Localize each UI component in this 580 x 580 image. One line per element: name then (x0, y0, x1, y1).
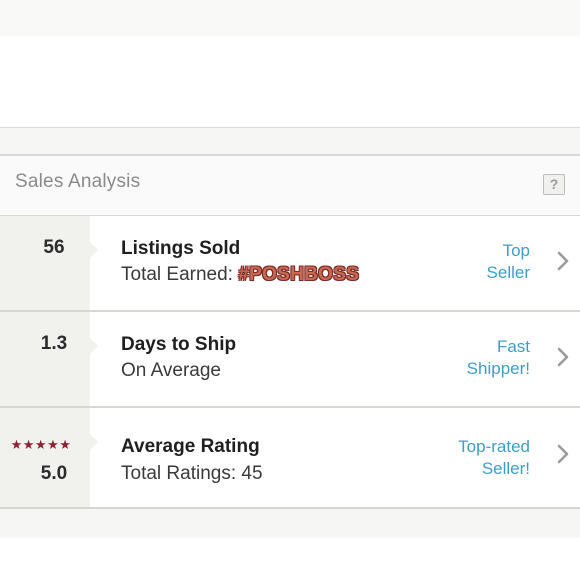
bottom-band (0, 538, 580, 580)
average-rating-value: 5.0 (40, 463, 68, 484)
total-ratings-line: Total Ratings: 45 (121, 463, 263, 484)
chevron-right-icon[interactable] (556, 250, 570, 272)
stat-row-days-to-ship[interactable]: 1.3 Days to Ship On Average Fast Shipper… (0, 312, 580, 408)
stat-row-listings-sold[interactable]: 56 Listings Sold Total Earned: #POSHBOSS… (0, 216, 580, 312)
top-rated-seller-badge[interactable]: Top-rated Seller! (410, 436, 530, 480)
total-earned-line: Total Earned: #POSHBOSS (121, 264, 359, 286)
days-to-ship-subtitle: On Average (121, 360, 222, 381)
average-rating-title: Average Rating (121, 436, 260, 457)
top-band (0, 0, 580, 36)
help-icon[interactable]: ? (543, 174, 565, 195)
badge-line-2: Shipper! (466, 359, 530, 378)
row-notch (90, 434, 98, 450)
total-earned-label: Total Earned: (121, 264, 239, 285)
badge-line-1: Top (502, 241, 530, 260)
stat-column (0, 216, 90, 312)
stat-column (0, 408, 90, 509)
card-title: Sales Analysis (15, 171, 141, 192)
listings-sold-count: 56 (43, 237, 65, 258)
badge-line-1: Top-rated (458, 437, 530, 456)
row-divider (0, 507, 580, 509)
spacer (0, 36, 580, 127)
screenshot-canvas: Sales Analysis ? 56 Listings Sold Total … (0, 0, 580, 580)
top-seller-badge[interactable]: Top Seller (410, 240, 530, 284)
days-to-ship-title: Days to Ship (121, 334, 237, 355)
card-header: Sales Analysis ? (0, 154, 580, 216)
poshboss-sticker: #POSHBOSS (238, 264, 360, 285)
sales-analysis-card: Sales Analysis ? 56 Listings Sold Total … (0, 127, 580, 538)
stat-column (0, 312, 90, 408)
badge-line-2: Seller! (481, 459, 530, 478)
badge-line-2: Seller (486, 263, 530, 282)
chevron-right-icon[interactable] (556, 346, 570, 368)
star-rating-icon: ★★★★★ (10, 437, 72, 452)
days-to-ship-value: 1.3 (40, 333, 68, 354)
listings-sold-title: Listings Sold (121, 238, 241, 259)
fast-shipper-badge[interactable]: Fast Shipper! (410, 336, 530, 380)
badge-line-1: Fast (496, 337, 530, 356)
stat-row-average-rating[interactable]: ★★★★★ 5.0 Average Rating Total Ratings: … (0, 408, 580, 509)
chevron-right-icon[interactable] (556, 443, 570, 465)
